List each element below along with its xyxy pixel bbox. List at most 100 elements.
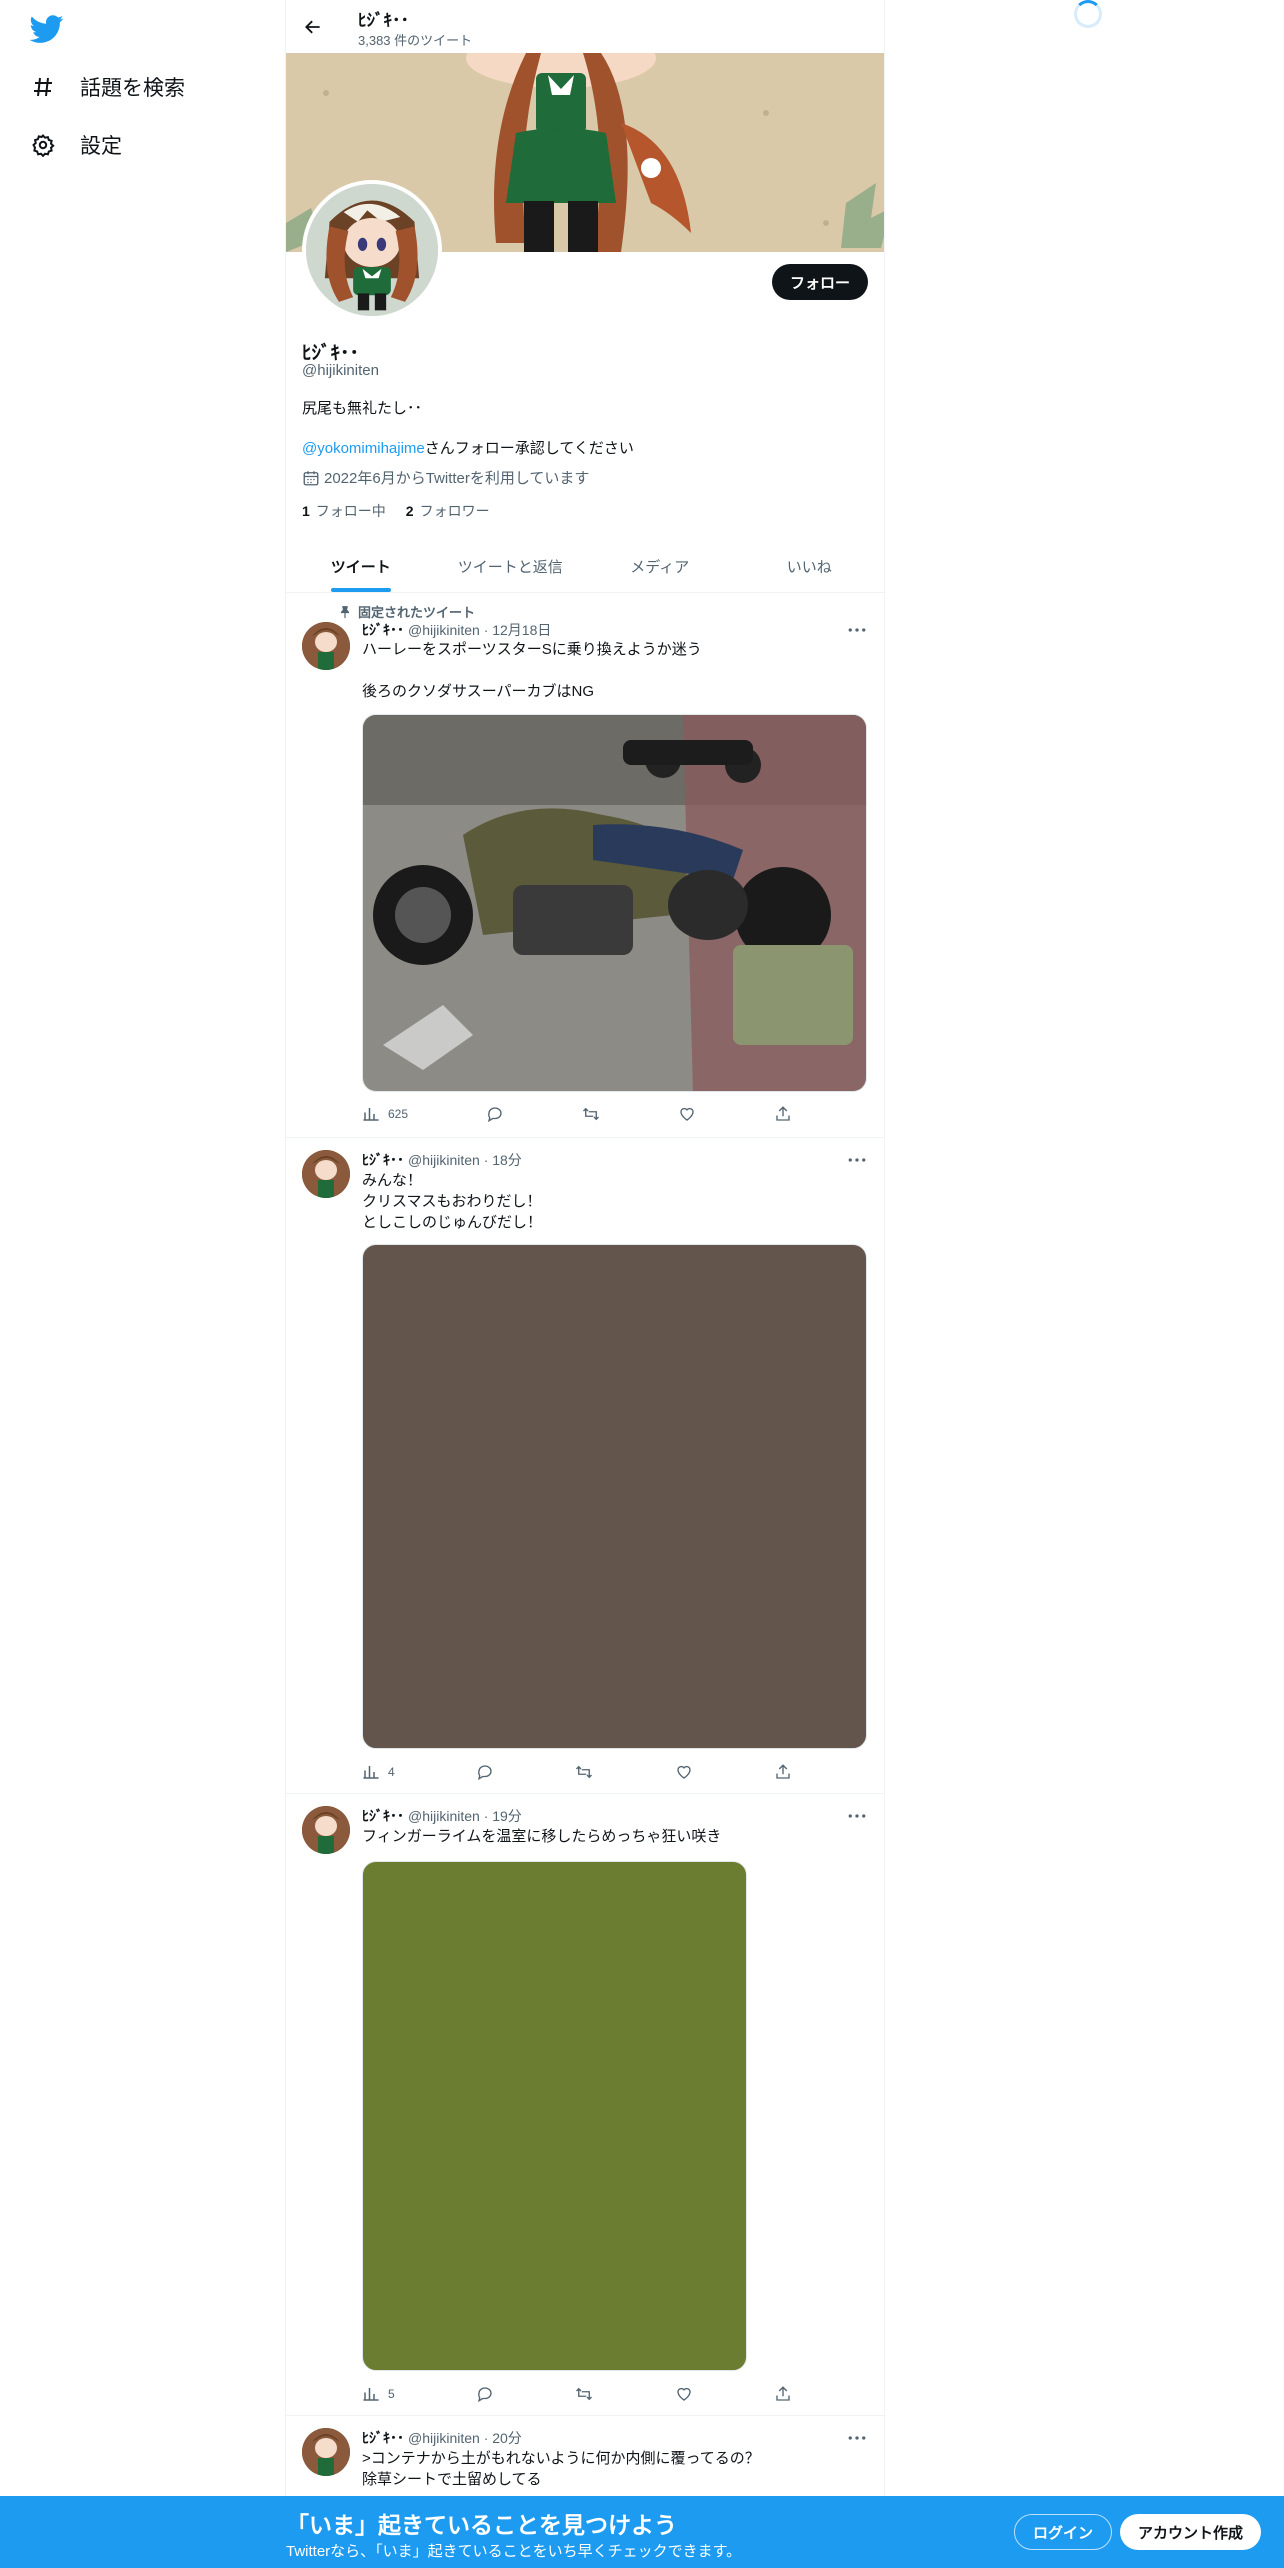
- login-button[interactable]: ログイン: [1014, 2514, 1113, 2550]
- tweet-author-name[interactable]: ﾋｼﾞｷ･･: [362, 1808, 404, 1824]
- profile-bio-mention-line: @yokomimihajimeさんフォロー承認してください: [302, 437, 634, 458]
- tweet[interactable]: 固定されたツイート ﾋｼﾞｷ･･ @hijikiniten · 12月18日 ハー…: [286, 594, 884, 1138]
- tweet-avatar[interactable]: [302, 1150, 350, 1198]
- profile-stats: 1 フォロー中 2 フォロワー: [302, 501, 510, 521]
- share-button[interactable]: [774, 1103, 792, 1125]
- pinned-text: 固定されたツイート: [358, 605, 476, 620]
- retweet-button[interactable]: [575, 1761, 593, 1783]
- tweet-header: ﾋｼﾞｷ･･ @hijikiniten · 18分: [362, 1150, 522, 1170]
- calendar-icon: [302, 469, 320, 487]
- tweet[interactable]: ﾋｼﾞｷ･･ @hijikiniten · 19分 フィンガーライムを温室に移した…: [286, 1794, 884, 2416]
- heart-icon: [680, 1107, 694, 1121]
- header-tweet-count: 3,383 件のツイート: [358, 33, 473, 48]
- tweet-header: ﾋｼﾞｷ･･ @hijikiniten · 19分: [362, 1806, 522, 1826]
- bio-mention-suffix: さんフォロー承認してください: [424, 440, 634, 457]
- views-count: 625: [388, 1107, 409, 1121]
- reply-icon: [477, 2387, 492, 2403]
- pin-icon: [340, 605, 350, 618]
- views-icon: [363, 1108, 379, 1121]
- more-options-icon[interactable]: [846, 1150, 868, 1170]
- more-options-icon[interactable]: [846, 2428, 868, 2448]
- followers-link[interactable]: 2 フォロワー: [406, 501, 490, 521]
- share-button[interactable]: [774, 2383, 792, 2405]
- profile-avatar[interactable]: [302, 180, 442, 320]
- views-button[interactable]: 625: [362, 1103, 408, 1125]
- tweet-avatar[interactable]: [302, 2428, 350, 2476]
- views-count: 4: [388, 1765, 395, 1779]
- reply-button[interactable]: [476, 2383, 494, 2405]
- tweet-media-image[interactable]: [362, 714, 867, 1092]
- heart-icon: [676, 2387, 691, 2401]
- share-button[interactable]: [774, 1761, 792, 1783]
- share-icon: [776, 1764, 790, 1779]
- profile-bio: 尻尾も無礼たし･･: [302, 400, 423, 417]
- tweet-actions: 625: [362, 1103, 792, 1125]
- views-count: 5: [388, 2387, 395, 2401]
- tweet-media-image[interactable]: [362, 1244, 867, 1749]
- like-button[interactable]: [675, 1761, 693, 1783]
- tweet[interactable]: ﾋｼﾞｷ･･ @hijikiniten · 18分 みんな！ クリスマスもおわりだ…: [286, 1138, 884, 1794]
- pinned-label: 固定されたツイート: [340, 602, 475, 621]
- views-button[interactable]: 5: [362, 2383, 395, 2405]
- more-options-icon[interactable]: [846, 1806, 868, 1826]
- tweet-header: ﾋｼﾞｷ･･ @hijikiniten · 20分: [362, 2428, 522, 2448]
- signup-button[interactable]: アカウント作成: [1120, 2514, 1262, 2550]
- tweet-author-name[interactable]: ﾋｼﾞｷ･･: [362, 1152, 404, 1168]
- tweet-avatar[interactable]: [302, 1806, 350, 1854]
- signup-prompt-bar: 「いま」起きていることを見つけよう Twitterなら、「いま」起きていることを…: [0, 2496, 1284, 2568]
- nav-explore-label: 話題を検索: [80, 77, 185, 100]
- joined-text: 2022年6月からTwitterを利用しています: [324, 470, 590, 487]
- tab-media[interactable]: メディア: [585, 540, 735, 592]
- tab-tweets[interactable]: ツイート: [286, 540, 436, 592]
- tweet-media-image[interactable]: [362, 1861, 747, 2371]
- signup-prompt-subtitle: Twitterなら、「いま」起きていることをいち早くチェックできます。: [286, 2543, 742, 2560]
- profile-tabs: ツイート ツイートと返信 メディア いいね: [286, 540, 884, 593]
- header-title: ﾋｼﾞｷ･･: [358, 11, 409, 30]
- reply-button[interactable]: [486, 1103, 504, 1125]
- nav-explore[interactable]: 話題を検索: [30, 67, 185, 107]
- retweet-icon: [576, 2387, 593, 2401]
- tweet-actions: 4: [362, 1761, 792, 1783]
- follow-button[interactable]: フォロー: [771, 264, 868, 300]
- like-button[interactable]: [675, 2383, 693, 2405]
- profile-handle: @hijikiniten: [302, 362, 379, 379]
- tweet-text: みんな！ クリスマスもおわりだし！ としこしのじゅんびだし！: [362, 1172, 543, 1231]
- nav-settings[interactable]: 設定: [30, 125, 122, 165]
- gear-icon: [30, 132, 56, 158]
- views-button[interactable]: 4: [362, 1761, 395, 1783]
- tweet-text: ハーレーをスポーツスターSに乗り換えようか迷う 後ろのクソダサスーパーカブはNG: [362, 641, 702, 700]
- tweet-text: >コンテナから土がもれないように何か内側に覆ってるの？ 除草シートで土留めしてる: [362, 2450, 760, 2488]
- tweet-header: ﾋｼﾞｷ･･ @hijikiniten · 12月18日: [362, 620, 551, 640]
- followers-count: 2: [405, 503, 414, 519]
- bio-mention-link[interactable]: @yokomimihajime: [302, 440, 425, 457]
- profile-joined: 2022年6月からTwitterを利用しています: [302, 467, 589, 488]
- heart-icon: [676, 1765, 691, 1779]
- reply-icon: [477, 1765, 492, 1781]
- views-icon: [363, 1766, 379, 1779]
- share-icon: [776, 1106, 790, 1121]
- tab-tweets-and-replies[interactable]: ツイートと返信: [436, 540, 586, 592]
- loading-spinner-icon: [1074, 0, 1102, 28]
- retweet-icon: [576, 1765, 593, 1779]
- followers-label: フォロワー: [419, 503, 490, 519]
- following-link[interactable]: 1 フォロー中: [302, 501, 386, 521]
- tweet-text: フィンガーライムを温室に移したらめっちゃ狂い咲き: [362, 1828, 722, 1845]
- retweet-button[interactable]: [575, 2383, 593, 2405]
- signup-prompt-title: 「いま」起きていることを見つけよう: [286, 2512, 677, 2538]
- share-icon: [776, 2386, 790, 2401]
- tweet-author-name[interactable]: ﾋｼﾞｷ･･: [362, 622, 404, 638]
- hashtag-icon: [30, 74, 56, 100]
- tab-likes[interactable]: いいね: [735, 540, 885, 592]
- reply-button[interactable]: [476, 1761, 494, 1783]
- back-arrow-icon[interactable]: [298, 12, 328, 42]
- tweet-author-name[interactable]: ﾋｼﾞｷ･･: [362, 2430, 404, 2446]
- reply-icon: [487, 1107, 502, 1123]
- tweet-meta: @hijikiniten · 19分: [408, 1808, 522, 1824]
- tweet-meta: @hijikiniten · 20分: [408, 2430, 522, 2446]
- twitter-logo-icon[interactable]: [29, 12, 70, 46]
- tweet-avatar[interactable]: [302, 622, 350, 670]
- more-options-icon[interactable]: [846, 620, 868, 640]
- retweet-button[interactable]: [582, 1103, 600, 1125]
- like-button[interactable]: [678, 1103, 696, 1125]
- views-icon: [363, 2388, 379, 2401]
